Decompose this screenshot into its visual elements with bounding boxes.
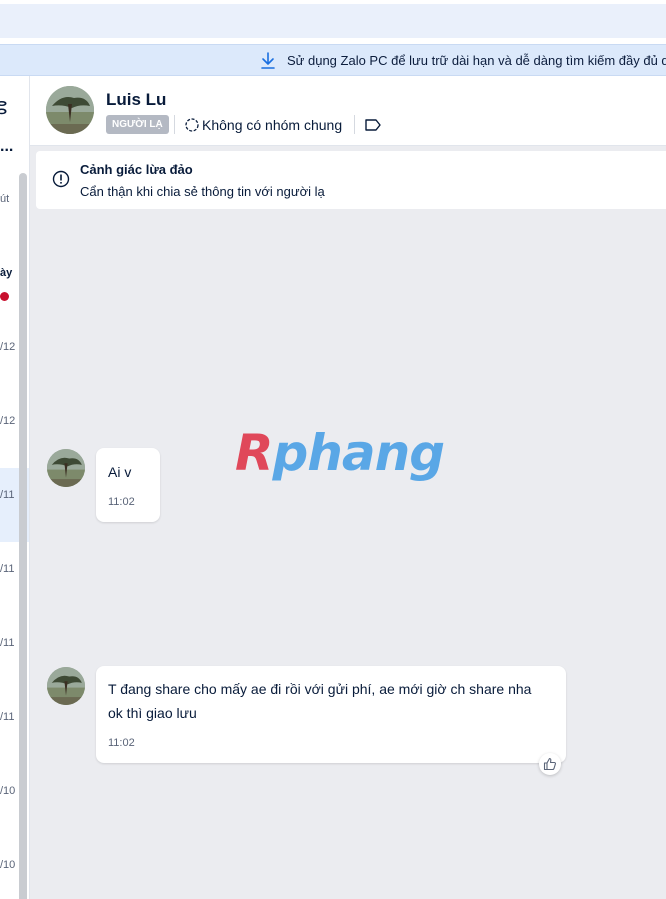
add-friend-icon[interactable]: ⵓ — [0, 98, 7, 119]
message-text: ok thì giao lưu — [108, 705, 197, 721]
message-time: 11:02 — [108, 496, 135, 508]
alert-circle-icon — [52, 170, 70, 188]
sender-avatar[interactable] — [47, 449, 85, 487]
avatar-image — [46, 86, 94, 134]
banner-text: Sử dụng Zalo PC để lưu trữ dài hạn và dễ… — [287, 53, 666, 68]
conversation-time: /11 — [0, 489, 15, 501]
divider — [354, 115, 355, 134]
message-text: Ai v — [108, 464, 132, 480]
conversation-time: /11 — [0, 563, 15, 575]
conversation-time: /11 — [0, 637, 15, 649]
message-bubble[interactable]: T đang share cho mấy ae đi rồi với gửi p… — [96, 666, 566, 763]
conversation-sidebar: ⵓ ... út ày /12 /12 /11 /11 /11 /11 /10 … — [0, 76, 30, 899]
message-text: T đang share cho mấy ae đi rồi với gửi p… — [108, 681, 532, 697]
message-time: 11:02 — [108, 737, 135, 749]
conversation-time: ày — [0, 267, 13, 279]
warning-title: Cảnh giác lừa đảo — [80, 162, 193, 177]
chat-area: Cảnh giác lừa đảo Cẩn thận khi chia sẻ t… — [30, 146, 666, 899]
avatar-image — [47, 667, 85, 705]
conversation-time: út — [0, 193, 10, 205]
download-banner[interactable]: Sử dụng Zalo PC để lưu trữ dài hạn và dễ… — [0, 44, 666, 76]
contact-name[interactable]: Luis Lu — [106, 90, 166, 110]
more-options-icon[interactable]: ... — [0, 138, 13, 156]
reaction-button[interactable] — [539, 753, 561, 775]
chat-header: Luis Lu NGƯỜI LẠ Không có nhóm chung — [30, 76, 666, 146]
group-icon — [185, 118, 199, 132]
conversation-time: /10 — [0, 785, 16, 797]
unread-dot — [0, 292, 9, 301]
watermark-rest: phang — [272, 424, 446, 482]
label-tag-icon[interactable] — [364, 117, 382, 133]
common-groups-link[interactable]: Không có nhóm chung — [202, 117, 342, 133]
avatar-image — [47, 449, 85, 487]
contact-avatar[interactable] — [46, 86, 94, 134]
scam-warning-card: Cảnh giác lừa đảo Cẩn thận khi chia sẻ t… — [36, 151, 666, 209]
message-bubble[interactable]: Ai v 11:02 — [96, 448, 160, 522]
divider — [174, 115, 175, 134]
top-bar-strip — [0, 4, 666, 38]
conversation-time: /12 — [0, 415, 16, 427]
stranger-badge: NGƯỜI LẠ — [106, 115, 169, 134]
watermark-first: R — [235, 424, 274, 482]
conversation-time: /10 — [0, 859, 16, 871]
thumbs-up-icon — [543, 757, 556, 771]
sender-avatar[interactable] — [47, 667, 85, 705]
conversation-time: /12 — [0, 341, 16, 353]
sidebar-scrollbar[interactable] — [19, 173, 27, 899]
watermark-logo: Rphang — [235, 424, 446, 482]
download-icon — [261, 52, 275, 69]
conversation-time: /11 — [0, 711, 15, 723]
top-bar — [0, 0, 666, 44]
warning-subtitle: Cẩn thận khi chia sẻ thông tin với người… — [80, 184, 325, 199]
